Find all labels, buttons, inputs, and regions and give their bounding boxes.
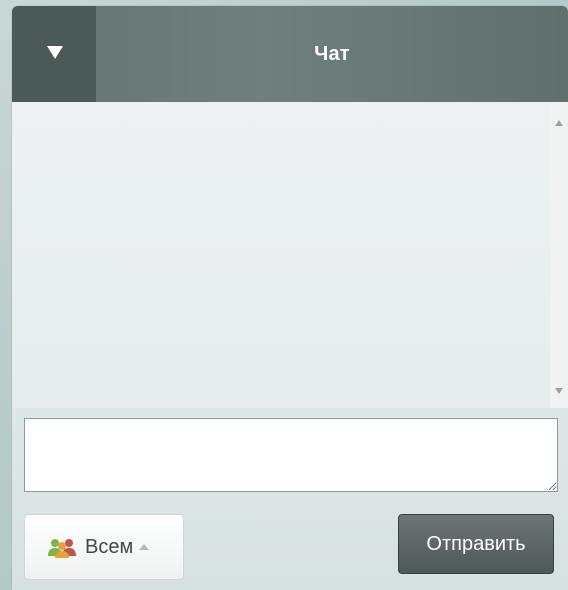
- caret-up-icon: [139, 544, 150, 550]
- message-input-wrap: [24, 418, 558, 492]
- recipient-select-button[interactable]: Всем: [24, 514, 184, 580]
- triangle-down-icon: [47, 46, 63, 59]
- recipient-label: Всем: [85, 535, 134, 558]
- scroll-up-button[interactable]: [554, 116, 564, 126]
- chat-title: Чат: [314, 43, 350, 65]
- scroll-down-button[interactable]: [554, 384, 564, 394]
- chat-panel: Чат Всем Отправить: [12, 6, 568, 590]
- chat-header: Чат: [12, 6, 568, 102]
- message-scrollbar[interactable]: [550, 102, 568, 408]
- message-list: [12, 102, 550, 408]
- send-button[interactable]: Отправить: [398, 514, 554, 574]
- scroll-down-icon: [555, 388, 563, 394]
- collapse-button[interactable]: [12, 6, 96, 102]
- scroll-up-icon: [555, 120, 563, 126]
- people-icon: [48, 539, 76, 558]
- message-input[interactable]: [24, 418, 558, 492]
